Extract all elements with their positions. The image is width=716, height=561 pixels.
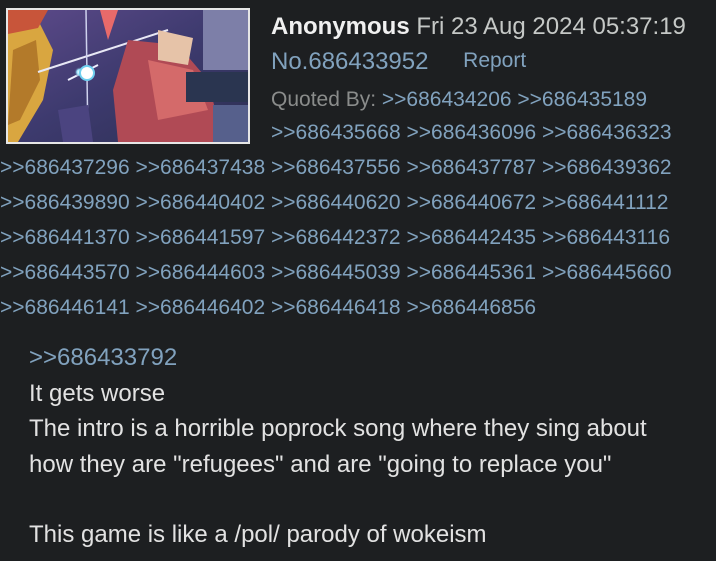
backlink[interactable]: >>686437787 (406, 156, 536, 179)
backlink[interactable]: >>686437296 (0, 156, 130, 179)
post-number-link[interactable]: No.686433952 (271, 48, 428, 75)
backlink[interactable]: >>686442372 (271, 226, 401, 249)
backlinks-row: >>686439890 >>686440402 >>686440620 >>68… (0, 185, 716, 220)
backlink[interactable]: >>686446141 (0, 296, 130, 319)
post-date: Fri 23 Aug 2024 05:37:19 (416, 13, 686, 40)
backlink[interactable]: >>686446418 (271, 296, 401, 319)
post-number-line: No.686433952 Report (271, 44, 711, 81)
backlink[interactable]: >>686445039 (271, 261, 401, 284)
post-thumbnail[interactable] (6, 8, 250, 144)
backlink[interactable]: >>686440620 (271, 191, 401, 214)
backlink[interactable]: >>686443116 (542, 226, 670, 249)
backlink[interactable]: >>686437438 (135, 156, 265, 179)
backlink[interactable]: >>686434206 (382, 88, 512, 111)
backlinks-row: >>686443570 >>686444603 >>686445039 >>68… (0, 255, 716, 290)
backlink[interactable]: >>686441597 (135, 226, 265, 249)
message-line: how they are "refugees" and are "going t… (29, 450, 612, 478)
backlinks-row: >>686435668 >>686436096 >>686436323 (271, 115, 672, 150)
report-button[interactable]: Report (463, 49, 526, 72)
backlink[interactable]: >>686441112 (542, 191, 669, 214)
backlinks-list: >>686437296 >>686437438 >>686437556 >>68… (0, 150, 716, 325)
poster-name: Anonymous (271, 13, 410, 40)
message-line: This game is like a /pol/ parody of woke… (29, 521, 487, 548)
backlink[interactable]: >>686436323 (542, 121, 672, 144)
reply-quote-link[interactable]: >>686433792 (29, 340, 709, 376)
backlinks-row: >>686437296 >>686437438 >>686437556 >>68… (0, 150, 716, 185)
backlink[interactable]: >>686435668 (271, 121, 401, 144)
backlinks-row: >>686446141 >>686446402 >>686446418 >>68… (0, 290, 716, 325)
backlink[interactable]: >>686446402 (135, 296, 265, 319)
backlink[interactable]: >>686439362 (542, 156, 672, 179)
backlink[interactable]: >>686446856 (406, 296, 536, 319)
quoted-by-label: Quoted By: (271, 88, 377, 111)
backlink[interactable]: >>686441370 (0, 226, 130, 249)
message-line: It gets worse (29, 379, 166, 407)
backlink[interactable]: >>686445361 (406, 261, 536, 284)
backlink[interactable]: >>686437556 (271, 156, 401, 179)
backlink[interactable]: >>686440672 (406, 191, 536, 214)
backlinks-row: >>686441370 >>686441597 >>686442372 >>68… (0, 220, 716, 255)
message-line: The intro is a horrible poprock song whe… (29, 415, 647, 442)
backlink[interactable]: >>686445660 (542, 261, 672, 284)
backlink[interactable]: >>686435189 (517, 88, 647, 111)
backlink[interactable]: >>686436096 (406, 121, 536, 144)
post-info-line: Anonymous Fri 23 Aug 2024 05:37:19 (271, 10, 711, 44)
backlink[interactable]: >>686440402 (135, 191, 265, 214)
backlink[interactable]: >>686444603 (135, 261, 265, 284)
post-header: Anonymous Fri 23 Aug 2024 05:37:19 No.68… (271, 10, 711, 117)
backlink[interactable]: >>686439890 (0, 191, 130, 214)
thumbnail-image (8, 10, 248, 142)
quoted-by-line: Quoted By: >>686434206 >>686435189 (271, 82, 711, 117)
post-message: >>686433792 It gets worse The intro is a… (29, 340, 709, 553)
backlink[interactable]: >>686443570 (0, 261, 130, 284)
backlink[interactable]: >>686442435 (406, 226, 536, 249)
